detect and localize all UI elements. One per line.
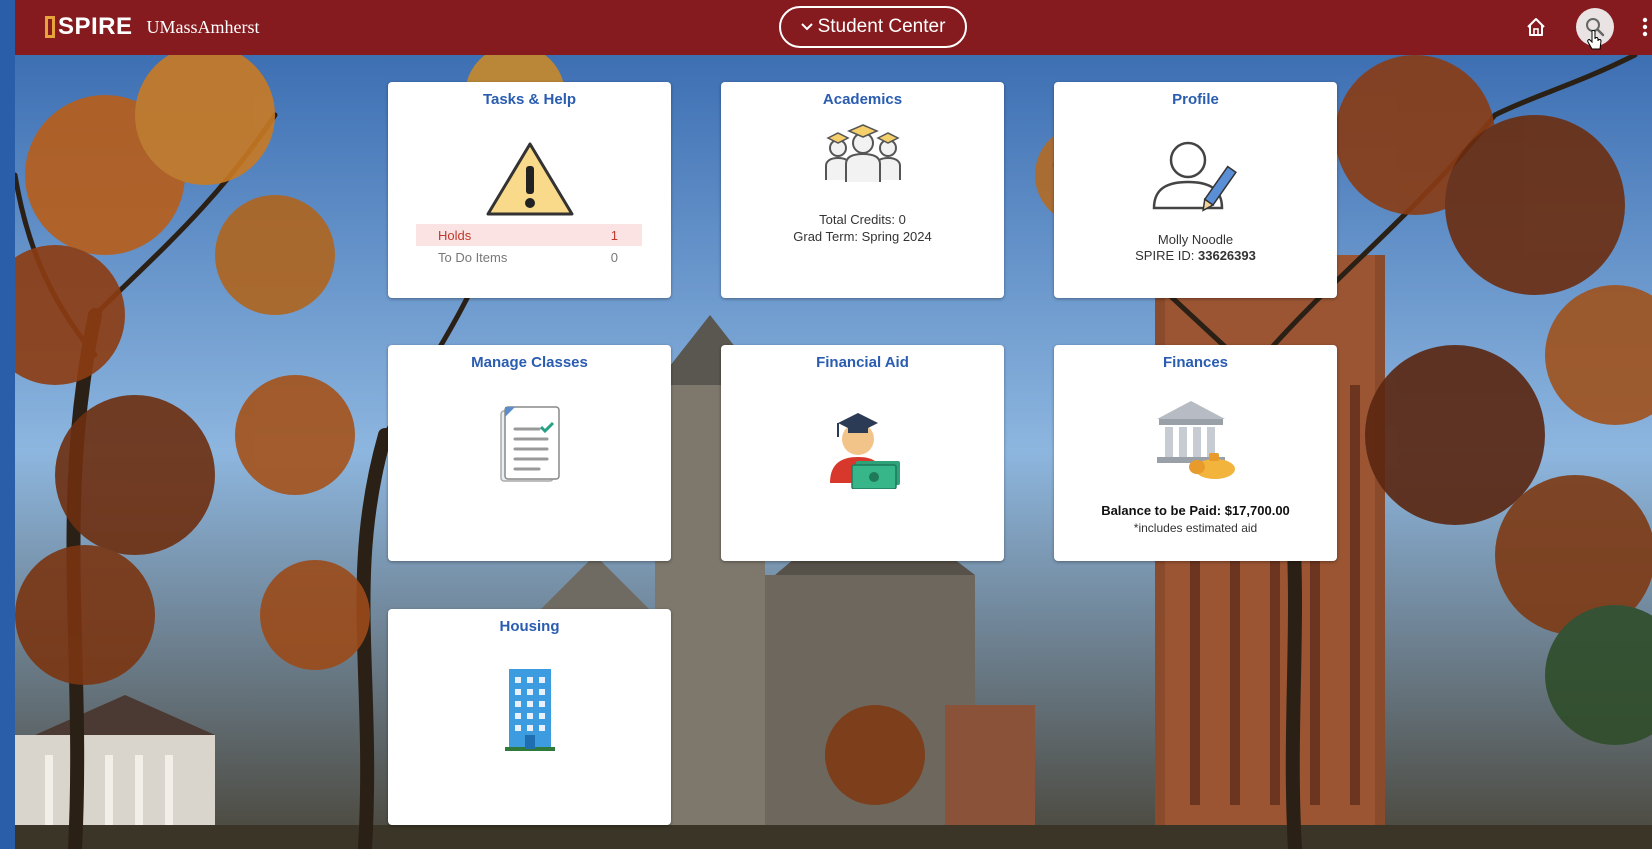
mouse-pointer-icon (1587, 29, 1603, 57)
tile-tasks-help[interactable]: Tasks & Help Holds 1 To Do Items 0 (388, 82, 671, 298)
tile-profile[interactable]: Profile Molly Noodle SPIRE ID: 33626393 (1054, 82, 1337, 298)
tile-financial-aid[interactable]: Financial Aid (721, 345, 1004, 561)
building-icon (504, 669, 555, 751)
graduate-money-icon (829, 413, 900, 490)
total-credits: Total Credits: 0 (819, 212, 906, 227)
holds-count: 1 (610, 227, 618, 243)
tile-manage-classes[interactable]: Manage Classes (388, 345, 671, 561)
todo-items-row[interactable]: To Do Items 0 (416, 246, 642, 268)
tile-title: Profile (1172, 91, 1219, 108)
tile-academics[interactable]: Academics Total Credits: 0 Grad Term: Sp… (721, 82, 1004, 298)
holds-label: Holds (438, 227, 472, 243)
balance-to-be-paid: Balance to be Paid: $17,700.00 (1101, 503, 1290, 518)
tile-title: Tasks & Help (482, 91, 577, 108)
tile-title: Housing (499, 618, 560, 635)
institution-name: UMassAmherst (146, 16, 260, 37)
graduates-icon (824, 124, 901, 182)
estimated-aid-note: *includes estimated aid (1133, 521, 1258, 535)
spire-id-label: SPIRE ID: (1135, 248, 1198, 263)
student-center-dropdown[interactable]: Student Center (779, 6, 967, 48)
chevron-down-icon (800, 19, 813, 35)
app-frame: SPIRE UMassAmherst Student Center Tasks … (15, 0, 1652, 849)
tile-housing[interactable]: Housing (388, 609, 671, 825)
bank-icon (1156, 401, 1235, 479)
tile-title: Academics (822, 91, 903, 108)
tile-title: Manage Classes (471, 354, 588, 371)
spire-logo-mark-icon (45, 16, 55, 38)
tile-title: Finances (1162, 354, 1229, 371)
more-vertical-icon (1642, 17, 1648, 37)
student-name: Molly Noodle (1157, 232, 1234, 247)
warning-icon (486, 142, 573, 216)
document-checklist-icon (499, 406, 560, 482)
spire-id: SPIRE ID: 33626393 (1054, 248, 1337, 263)
todo-items-count: 0 (610, 249, 618, 265)
spire-logo[interactable]: SPIRE UMassAmherst (45, 12, 260, 42)
tasks-summary-table: Holds 1 To Do Items 0 (416, 224, 642, 268)
actions-menu-button[interactable] (1635, 8, 1652, 46)
brand-name: SPIRE (58, 13, 133, 40)
tile-title: Financial Aid (816, 354, 909, 371)
todo-items-label: To Do Items (438, 249, 508, 265)
home-icon (1527, 18, 1545, 36)
top-navigation-bar: SPIRE UMassAmherst Student Center (15, 0, 1652, 55)
user-edit-icon (1152, 141, 1237, 212)
grad-term: Grad Term: Spring 2024 (793, 229, 932, 244)
spire-id-value: 33626393 (1198, 248, 1256, 263)
holds-row[interactable]: Holds 1 (416, 224, 642, 246)
tile-finances[interactable]: Finances Balance to be Paid: $17,700.00 … (1054, 345, 1337, 561)
student-center-label: Student Center (817, 16, 946, 37)
home-button[interactable] (1517, 8, 1555, 46)
